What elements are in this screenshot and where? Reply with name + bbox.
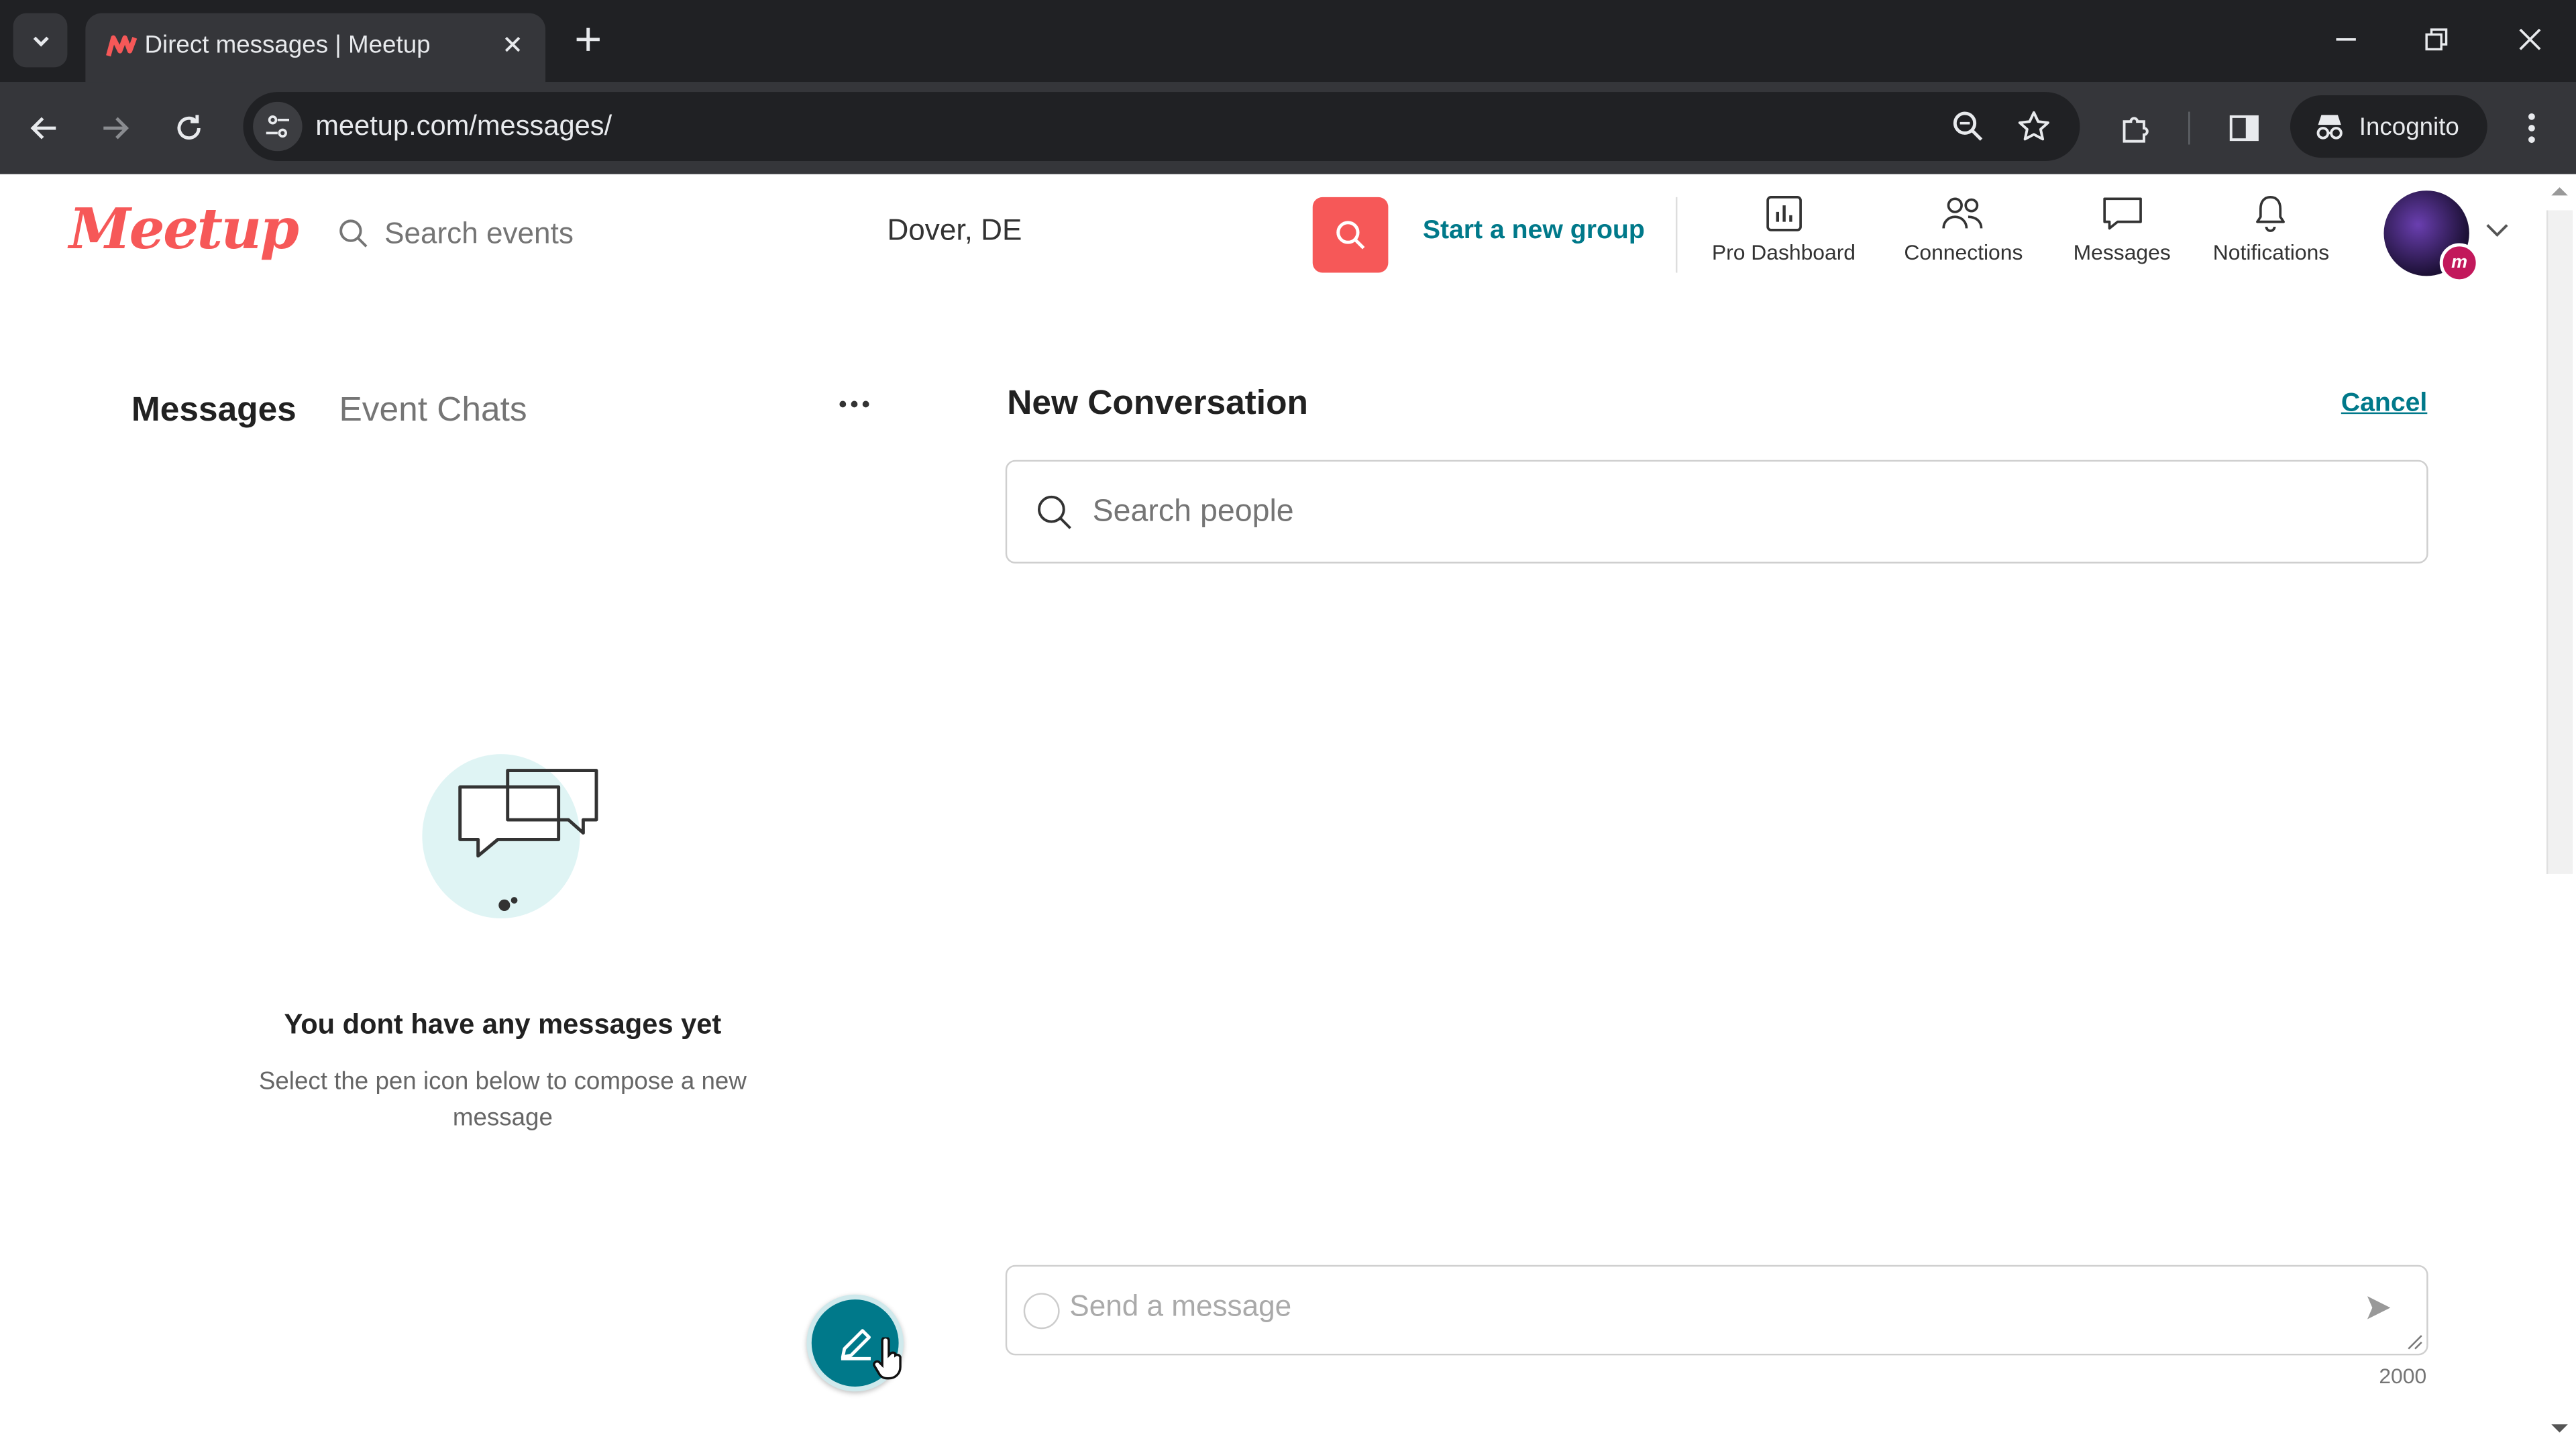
- kebab-menu-icon: [2528, 113, 2535, 144]
- empty-state-title: You dont have any messages yet: [284, 1008, 722, 1040]
- nav-notifications[interactable]: Notifications: [2213, 194, 2329, 264]
- restore-icon: [2425, 28, 2448, 51]
- bookmark-star-icon[interactable]: [2014, 107, 2053, 146]
- extensions-button[interactable]: [2112, 105, 2159, 152]
- incognito-label: Incognito: [2359, 112, 2459, 141]
- meetup-favicon-icon: [106, 35, 138, 57]
- reload-icon: [177, 115, 201, 140]
- zoom-icon[interactable]: [1949, 107, 1988, 146]
- address-bar[interactable]: meetup.com/messages/: [243, 92, 2080, 162]
- scrollbar-thumb[interactable]: [2546, 210, 2573, 874]
- nav-label: Messages: [2073, 239, 2171, 265]
- bar-chart-icon: [1766, 196, 1802, 231]
- tab-title: Direct messages | Meetup: [144, 31, 431, 60]
- header-divider: [1675, 197, 1678, 273]
- browser-menu-button[interactable]: [2509, 105, 2555, 152]
- chat-bubble-icon: [2102, 197, 2141, 230]
- close-window-button[interactable]: [2510, 19, 2550, 59]
- chevron-down-icon: [32, 36, 48, 46]
- resize-handle-icon[interactable]: [2407, 1334, 2423, 1350]
- nav-label: Notifications: [2212, 239, 2330, 265]
- dot: [851, 400, 858, 408]
- browser-toolbar: meetup.com/messages/ Incognito: [0, 82, 2576, 174]
- reload-button[interactable]: [166, 105, 212, 152]
- search-events-placeholder: Search events: [384, 216, 574, 250]
- dot: [839, 400, 847, 408]
- send-icon[interactable]: [2364, 1293, 2394, 1322]
- dot: [862, 400, 869, 408]
- message-input[interactable]: [1069, 1289, 2335, 1332]
- search-people-input[interactable]: [1092, 493, 2341, 530]
- tab-messages[interactable]: Messages: [131, 391, 297, 431]
- url-text[interactable]: meetup.com/messages/: [315, 110, 612, 143]
- incognito-indicator[interactable]: Incognito: [2290, 95, 2487, 158]
- emoji-icon[interactable]: [1023, 1292, 1060, 1329]
- message-tabs: Messages Event Chats: [131, 391, 527, 431]
- puzzle-icon: [2123, 117, 2149, 143]
- search-icon: [339, 219, 368, 248]
- close-icon: [2519, 28, 2541, 50]
- tab-event-chats[interactable]: Event Chats: [339, 391, 527, 431]
- nav-messages[interactable]: Messages: [2074, 194, 2171, 264]
- search-events-input[interactable]: Search events: [329, 204, 871, 263]
- bell-icon: [2257, 196, 2286, 232]
- cancel-link[interactable]: Cancel: [2341, 389, 2427, 419]
- close-tab-icon[interactable]: [496, 28, 529, 61]
- chevron-down-icon[interactable]: [2484, 217, 2510, 243]
- avatar[interactable]: m: [2383, 191, 2479, 283]
- meetup-page: Meetup Search events Dover, DE Start a n…: [0, 174, 2576, 1449]
- tune-icon: [266, 115, 290, 138]
- arrow-left-icon: [30, 117, 56, 140]
- scroll-down-arrow-icon[interactable]: [2550, 1423, 2569, 1436]
- screen: Direct messages | Meetup meetup.com/mess…: [0, 0, 2576, 1449]
- empty-state-subtitle: Select the pen icon below to compose a n…: [258, 1067, 747, 1132]
- minimize-button[interactable]: [2326, 19, 2366, 59]
- new-tab-button[interactable]: [568, 19, 608, 59]
- nav-label: Pro Dashboard: [1711, 239, 1856, 265]
- nav-pro-dashboard[interactable]: Pro Dashboard: [1712, 194, 1856, 264]
- arrow-right-icon: [103, 117, 129, 140]
- site-info-button[interactable]: [253, 101, 303, 152]
- incognito-icon: [2316, 115, 2343, 140]
- nav-connections[interactable]: Connections: [1904, 194, 2023, 264]
- minimize-icon: [2336, 38, 2356, 41]
- toolbar-divider: [2188, 111, 2190, 145]
- plus-icon: [576, 28, 600, 51]
- hand-pointer-icon: [873, 1337, 902, 1380]
- search-icon: [1038, 494, 1071, 529]
- search-icon: [1336, 221, 1365, 250]
- side-panel-button[interactable]: [2221, 105, 2267, 152]
- start-new-group-link[interactable]: Start a new group: [1423, 217, 1645, 246]
- pen-icon: [840, 1328, 870, 1360]
- browser-tab-bar: Direct messages | Meetup: [0, 0, 2576, 83]
- people-icon: [1942, 197, 1983, 229]
- message-composer[interactable]: [1005, 1265, 2428, 1356]
- tab-search-button[interactable]: [13, 13, 68, 68]
- restore-button[interactable]: [2416, 19, 2456, 59]
- side-panel-icon: [2229, 115, 2259, 142]
- more-options-button[interactable]: [831, 384, 877, 424]
- browser-tab[interactable]: Direct messages | Meetup: [85, 13, 546, 83]
- search-submit-button[interactable]: [1312, 197, 1389, 273]
- forward-button[interactable]: [92, 105, 138, 152]
- location-input[interactable]: Dover, DE: [887, 213, 1022, 248]
- character-limit: 2000: [2379, 1363, 2427, 1389]
- scroll-up-arrow-icon[interactable]: [2550, 184, 2569, 197]
- meetup-logo[interactable]: Meetup: [69, 197, 299, 263]
- nav-label: Connections: [1904, 239, 2023, 265]
- search-people-field[interactable]: [1005, 460, 2428, 564]
- empty-chat-illustration: [422, 754, 598, 918]
- new-conversation-title: New Conversation: [1007, 384, 1308, 423]
- back-button[interactable]: [21, 105, 68, 152]
- meetup-plus-badge: m: [2439, 243, 2479, 283]
